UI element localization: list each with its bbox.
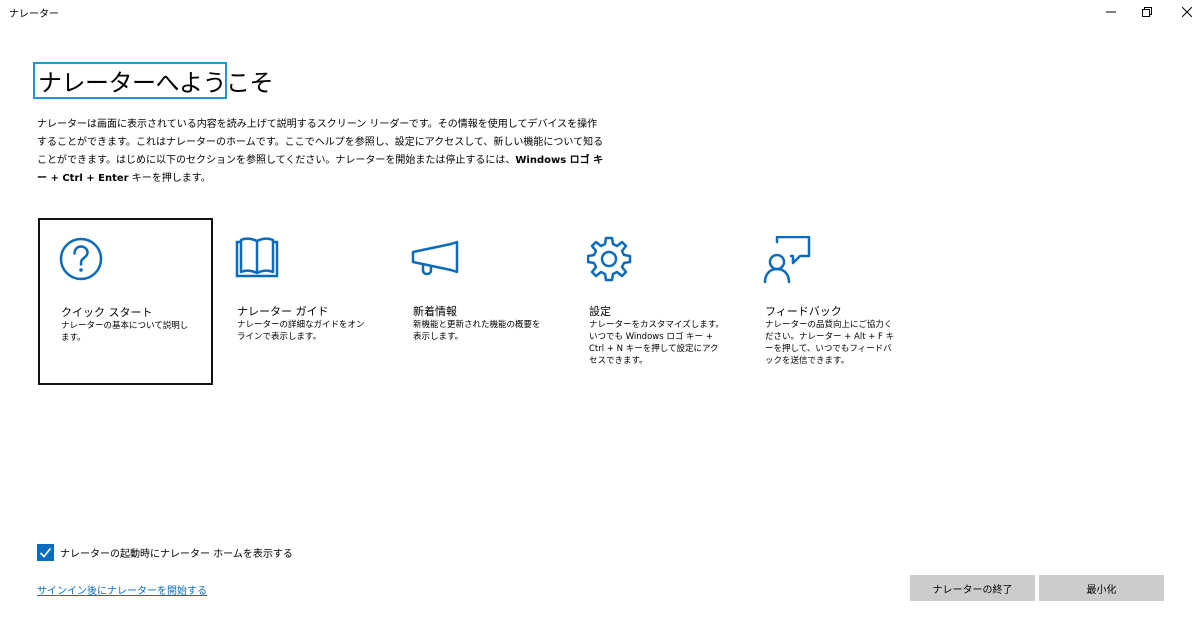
- page-title-focus-box: ナレーターへようこそ: [33, 62, 274, 99]
- card-description: ナレーターの詳細なガイドをオンラインで表示します。: [237, 320, 365, 342]
- person-feedback-icon: [763, 236, 811, 284]
- show-home-checkbox-row[interactable]: ナレーターの起動時にナレーター ホームを表示する: [37, 544, 293, 561]
- close-icon: [1182, 7, 1192, 17]
- show-home-checkbox-label: ナレーターの起動時にナレーター ホームを表示する: [60, 549, 293, 560]
- page-title: ナレーターへようこそ: [38, 69, 274, 97]
- title-bar: ナレーター: [0, 0, 1200, 24]
- card-description: ナレーターをカスタマイズします。いつでも Windows ロゴ キー + Ctr…: [589, 320, 724, 366]
- card-title: 設定: [589, 305, 611, 318]
- restore-icon: [1142, 7, 1152, 17]
- show-home-checkbox[interactable]: [37, 544, 54, 561]
- card-quick-start[interactable]: クイック スタート ナレーターの基本について説明します。: [38, 218, 213, 385]
- exit-narrator-button[interactable]: ナレーターの終了: [910, 575, 1035, 601]
- minimize-button[interactable]: 最小化: [1039, 575, 1164, 601]
- card-title: ナレーター ガイド: [237, 305, 329, 318]
- card-narrator-guide[interactable]: ナレーター ガイド ナレーターの詳細なガイドをオンラインで表示します。: [215, 218, 390, 385]
- narrator-window: ナレーター ナレーターへようこそ ナレーターは画面に表示されている内容を読み上げ…: [0, 0, 1200, 638]
- window-title: ナレーター: [9, 9, 59, 20]
- window-close-button[interactable]: [1164, 0, 1200, 24]
- minimize-icon: [1106, 11, 1116, 13]
- card-description: 新機能と更新された機能の概要を表示します。: [413, 320, 541, 342]
- card-description: ナレーターの基本について説明します。: [61, 321, 189, 343]
- card-title: クイック スタート: [61, 306, 153, 319]
- card-whats-new[interactable]: 新着情報 新機能と更新された機能の概要を表示します。: [391, 218, 566, 385]
- book-icon: [235, 237, 279, 278]
- question-circle-icon: [59, 237, 103, 281]
- card-settings[interactable]: 設定 ナレーターをカスタマイズします。いつでも Windows ロゴ キー + …: [567, 218, 742, 385]
- intro-text: ナレーターは画面に表示されている内容を読み上げて説明するスクリーン リーダーです…: [37, 116, 607, 188]
- card-title: 新着情報: [413, 305, 457, 318]
- intro-text-part2: キーを押します。: [128, 173, 211, 184]
- card-feedback[interactable]: フィードバック ナレーターの品質向上にご協力ください。ナレーター + Alt +…: [743, 218, 918, 385]
- card-title: フィードバック: [765, 305, 842, 318]
- start-after-signin-link[interactable]: サインイン後にナレーターを開始する: [37, 582, 207, 597]
- gear-icon: [587, 236, 632, 282]
- megaphone-icon: [411, 240, 459, 276]
- card-description: ナレーターの品質向上にご協力ください。ナレーター + Alt + F キーを押し…: [765, 320, 895, 366]
- checkmark-icon: [39, 547, 52, 558]
